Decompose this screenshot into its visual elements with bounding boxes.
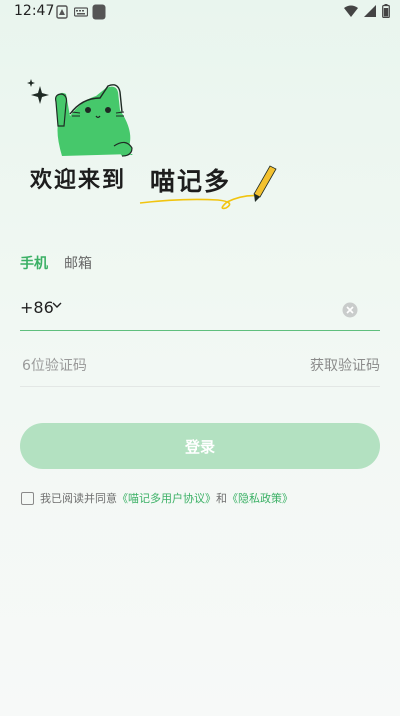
country-code-selector[interactable]: +86 [20,298,54,317]
keyboard-icon [74,7,88,17]
sparkle-icon [27,79,49,104]
clear-icon[interactable] [342,302,358,318]
verification-code-input[interactable] [20,352,264,380]
get-code-button[interactable]: 获取验证码 [310,355,380,375]
app-icon [92,4,106,20]
chevron-down-icon[interactable] [52,301,62,309]
phone-field: +86 [20,296,380,331]
app-name: 喵记多 [150,167,232,196]
cat-mascot [55,84,133,157]
tab-phone[interactable]: 手机 [20,253,48,273]
welcome-text: 欢迎来到 [30,167,127,193]
agreement-row: 我已阅读并同意 《喵记多用户协议》 和 《隐私政策》 [21,490,293,506]
privacy-policy-link[interactable]: 《隐私政策》 [227,490,293,506]
status-bar: 12:47 [0,0,400,24]
login-tabs: 手机 邮箱 [20,253,92,273]
sim-icon [56,5,68,19]
wifi-icon [344,5,358,17]
status-time: 12:47 [14,3,55,19]
pencil-icon [253,165,277,202]
tab-email[interactable]: 邮箱 [64,253,92,273]
agreement-checkbox[interactable] [21,491,34,505]
code-field: 获取验证码 [20,350,380,387]
signal-icon [364,5,376,17]
battery-icon [382,4,390,18]
agreement-and: 和 [216,492,227,505]
status-right [344,4,390,18]
login-button[interactable]: 登录 [20,423,380,469]
phone-input[interactable] [76,296,340,326]
user-agreement-link[interactable]: 《喵记多用户协议》 [117,490,216,506]
agreement-prefix: 我已阅读并同意 [40,492,117,505]
